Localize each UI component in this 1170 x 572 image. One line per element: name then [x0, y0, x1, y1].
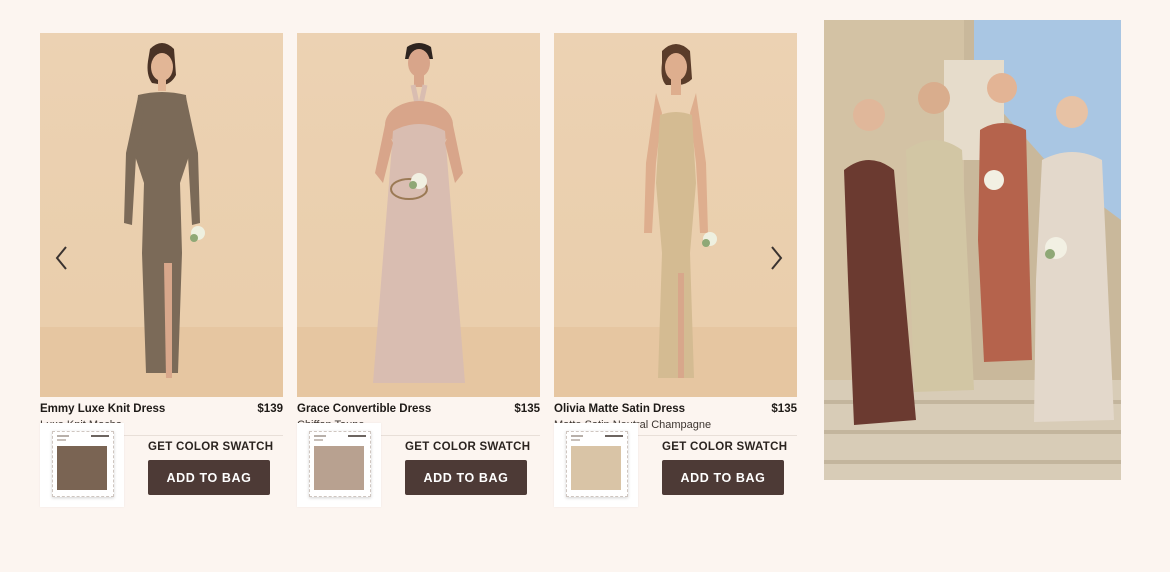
swatch-row: GET COLOR SWATCH ADD TO BAG [40, 423, 283, 507]
carousel-prev-button[interactable] [54, 243, 70, 273]
model-figure [123, 43, 205, 378]
add-to-bag-button[interactable]: ADD TO BAG [662, 460, 784, 495]
model-figure [372, 43, 465, 383]
product-name[interactable]: Grace Convertible Dress [297, 403, 431, 415]
add-to-bag-button[interactable]: ADD TO BAG [148, 460, 270, 495]
product-name[interactable]: Olivia Matte Satin Dress [554, 403, 685, 415]
chevron-right-icon [771, 246, 783, 270]
bridesmaids-group-illustration [824, 20, 1121, 480]
carousel-next-button[interactable] [768, 243, 784, 273]
color-swatch-thumbnail[interactable] [297, 423, 381, 507]
swatch-fabric [571, 446, 621, 490]
product-card[interactable]: Grace Convertible Dress $135 Chiffon Tau… [297, 33, 540, 436]
product-name[interactable]: Emmy Luxe Knit Dress [40, 403, 165, 415]
swatch-row: GET COLOR SWATCH ADD TO BAG [554, 423, 797, 507]
color-swatch-thumbnail[interactable] [40, 423, 124, 507]
chevron-left-icon [55, 246, 67, 270]
swatch-paper [309, 431, 371, 497]
lifestyle-photo[interactable] [824, 20, 1121, 480]
swatch-paper [566, 431, 628, 497]
swatch-paper [52, 431, 114, 497]
product-price: $139 [257, 403, 283, 415]
add-to-bag-button[interactable]: ADD TO BAG [405, 460, 527, 495]
get-color-swatch-link[interactable]: GET COLOR SWATCH [148, 441, 273, 453]
swatch-fabric [57, 446, 107, 490]
product-image[interactable] [297, 33, 540, 397]
swatch-fabric [314, 446, 364, 490]
color-swatch-thumbnail[interactable] [554, 423, 638, 507]
product-image[interactable] [554, 33, 797, 397]
swatch-row: GET COLOR SWATCH ADD TO BAG [297, 423, 540, 507]
product-image[interactable] [40, 33, 283, 397]
product-price: $135 [771, 403, 797, 415]
product-price: $135 [514, 403, 540, 415]
get-color-swatch-link[interactable]: GET COLOR SWATCH [662, 441, 787, 453]
model-figure [643, 44, 717, 378]
product-card[interactable]: Emmy Luxe Knit Dress $139 Luxe Knit Moch… [40, 33, 283, 436]
product-card[interactable]: Olivia Matte Satin Dress $135 Matte Sati… [554, 33, 797, 436]
get-color-swatch-link[interactable]: GET COLOR SWATCH [405, 441, 530, 453]
